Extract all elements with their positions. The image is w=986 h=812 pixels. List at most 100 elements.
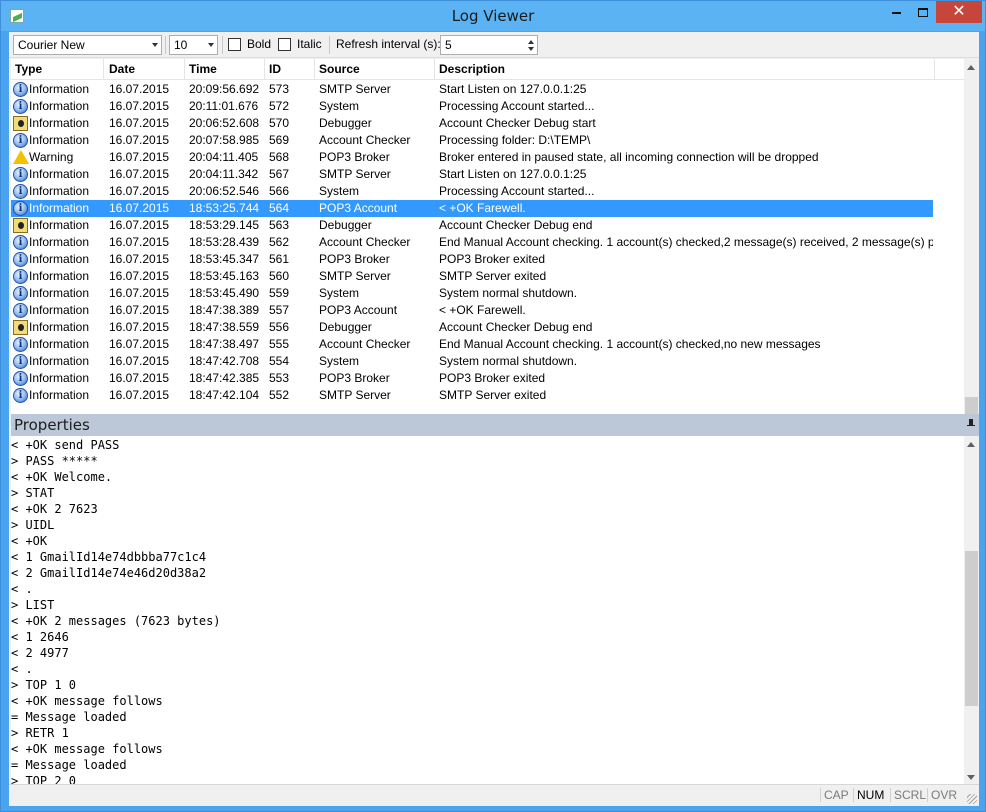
italic-checkbox[interactable] (278, 38, 291, 51)
title-bar[interactable]: Log Viewer ✕ (1, 1, 985, 31)
cell-source: Account Checker (319, 133, 411, 147)
cell-time: 18:47:42.104 (189, 388, 260, 402)
table-row[interactable]: Information 16.07.2015 18:53:29.145 563 Debu… (11, 217, 933, 234)
table-row[interactable]: i Information 16.07.2015 18:47:38.497 555 Acc… (11, 336, 933, 353)
cell-type: Information (29, 354, 90, 368)
cell-source: SMTP Server (319, 388, 391, 402)
column-header-id[interactable]: ID (265, 59, 315, 80)
table-row[interactable]: Information 16.07.2015 18:47:38.559 556 Debu… (11, 319, 933, 336)
status-num: NUM (853, 788, 887, 802)
cell-description: Account Checker Debug end (439, 218, 593, 232)
cell-time: 20:11:01.676 (189, 99, 259, 113)
cell-date: 16.07.2015 (109, 150, 170, 164)
cell-date: 16.07.2015 (109, 371, 170, 385)
table-row[interactable]: i Information 16.07.2015 18:53:25.744 564 POP… (11, 200, 933, 217)
window-title: Log Viewer (451, 7, 535, 25)
table-row[interactable]: i Information 16.07.2015 18:47:38.389 557 POP… (11, 302, 933, 319)
table-row[interactable]: i Information 16.07.2015 18:47:42.385 553 POP… (11, 370, 933, 387)
cell-id: 554 (269, 354, 290, 368)
cell-date: 16.07.2015 (109, 252, 170, 266)
spin-down-icon[interactable] (528, 47, 534, 51)
refresh-interval-spinner[interactable]: 5 (440, 35, 538, 55)
cell-source: Account Checker (319, 235, 411, 249)
cell-id: 559 (269, 286, 290, 300)
column-header-description[interactable]: Description (435, 59, 935, 80)
spin-up-icon[interactable] (528, 40, 534, 44)
log-line: = Message loaded (11, 758, 127, 772)
cell-id: 562 (269, 235, 290, 249)
column-header-date[interactable]: Date (105, 59, 185, 80)
cell-id: 556 (269, 320, 290, 334)
pin-icon[interactable] (967, 419, 975, 429)
close-button[interactable]: ✕ (936, 1, 982, 23)
table-row[interactable]: i Information 16.07.2015 18:53:45.347 561 POP… (11, 251, 933, 268)
font-family-combo[interactable]: Courier New (13, 35, 162, 55)
cell-time: 20:06:52.608 (189, 116, 260, 130)
cell-description: SMTP Server exited (439, 388, 547, 402)
table-row[interactable]: i Information 16.07.2015 20:07:58.985 569 Acc… (11, 132, 933, 149)
cell-description: End Manual Account checking. 1 account(s… (439, 235, 933, 249)
log-line: < 1 2646 (11, 630, 69, 644)
properties-scroll-thumb[interactable] (965, 551, 978, 706)
maximize-button[interactable] (909, 1, 937, 23)
cell-description: End Manual Account checking. 1 account(s… (439, 337, 821, 351)
scroll-down-icon[interactable] (967, 775, 975, 780)
table-row[interactable]: i Information 16.07.2015 20:04:11.342 567 SMT… (11, 166, 933, 183)
cell-id: 561 (269, 252, 290, 266)
log-line: < +OK send PASS (11, 438, 120, 452)
cell-description: Processing folder: D:\TEMP\ (439, 133, 591, 147)
bold-checkbox[interactable] (228, 38, 241, 51)
table-row[interactable]: i Information 16.07.2015 20:06:52.546 566 Sys… (11, 183, 933, 200)
table-row[interactable]: Information 16.07.2015 20:06:52.608 570 Debu… (11, 115, 933, 132)
cell-type: Information (29, 116, 90, 130)
cell-type: Information (29, 184, 90, 198)
cell-source: Debugger (319, 218, 372, 232)
column-header-type[interactable]: Type (11, 59, 104, 80)
table-row[interactable]: i Information 16.07.2015 18:53:45.163 560 SMT… (11, 268, 933, 285)
scroll-up-icon[interactable] (967, 442, 975, 447)
cell-description: Start Listen on 127.0.0.1:25 (439, 167, 587, 181)
cell-source: POP3 Broker (319, 150, 390, 164)
properties-log-text: < +OK send PASS > PASS ***** < +OK Welcome… (11, 437, 221, 786)
cell-source: System (319, 184, 360, 198)
table-row[interactable]: ! Warning 16.07.2015 20:04:11.405 568 POP3 Br… (11, 149, 933, 166)
log-line: < +OK 2 messages (7623 bytes) (11, 614, 221, 628)
grid-vertical-scrollbar[interactable] (964, 59, 979, 437)
cell-id: 569 (269, 133, 290, 147)
font-size-combo[interactable]: 10 (169, 35, 218, 55)
table-row[interactable]: i Information 16.07.2015 18:53:28.439 562 Acc… (11, 234, 933, 251)
cell-time: 20:09:56.692 (189, 82, 260, 96)
properties-vertical-scrollbar[interactable] (964, 436, 979, 786)
log-line: > LIST (11, 598, 55, 612)
table-row[interactable]: i Information 16.07.2015 18:47:42.104 552 SMT… (11, 387, 933, 404)
cell-id: 563 (269, 218, 290, 232)
cell-date: 16.07.2015 (109, 184, 170, 198)
cell-time: 18:53:28.439 (189, 235, 260, 249)
cell-description: System normal shutdown. (439, 286, 578, 300)
cell-source: SMTP Server (319, 167, 391, 181)
toolbar-separator (222, 36, 223, 54)
table-row[interactable]: i Information 16.07.2015 18:47:42.708 554 Sys… (11, 353, 933, 370)
cell-date: 16.07.2015 (109, 116, 170, 130)
minimize-button[interactable] (882, 1, 910, 23)
table-row[interactable]: i Information 16.07.2015 20:11:01.676 572 Sys… (11, 98, 933, 115)
cell-time: 20:06:52.546 (189, 184, 260, 198)
resize-grip[interactable] (967, 794, 977, 804)
cell-time: 18:47:42.385 (189, 371, 260, 385)
scroll-up-icon[interactable] (967, 65, 975, 70)
column-header-time[interactable]: Time (185, 59, 265, 80)
toolbar-separator (165, 36, 166, 54)
cell-type: Information (29, 320, 90, 334)
log-line: > STAT (11, 486, 55, 500)
table-row[interactable]: i Information 16.07.2015 18:53:45.490 559 Sys… (11, 285, 933, 302)
properties-title: Properties (14, 416, 90, 434)
table-row[interactable]: i Information 16.07.2015 20:09:56.692 573 SMT… (11, 81, 933, 98)
minimize-icon (891, 11, 901, 14)
cell-time: 18:53:25.744 (189, 201, 260, 215)
cell-source: POP3 Account (319, 201, 398, 215)
cell-type: Information (29, 201, 90, 215)
cell-id: 568 (269, 150, 290, 164)
column-header-source[interactable]: Source (315, 59, 435, 80)
log-line: > UIDL (11, 518, 55, 532)
cell-date: 16.07.2015 (109, 99, 170, 113)
